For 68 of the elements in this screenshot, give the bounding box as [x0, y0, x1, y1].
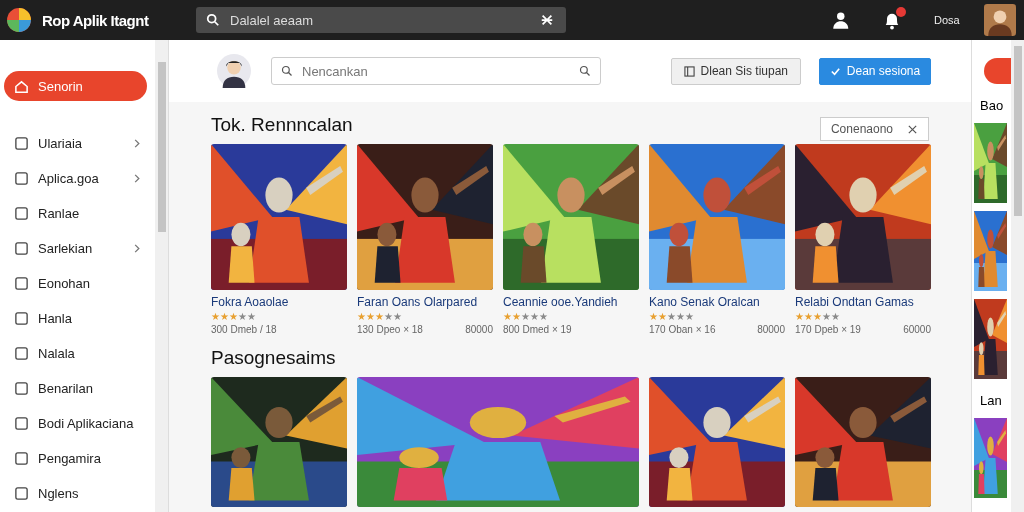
page-icon	[14, 380, 29, 396]
page-icon	[14, 240, 29, 256]
sidebar-item[interactable]: Nalala	[4, 342, 155, 364]
check-icon	[829, 65, 841, 77]
game-price: 80000	[465, 324, 493, 335]
sidebar-item[interactable]: Ranlae	[4, 202, 155, 224]
search-icon	[281, 65, 293, 77]
search-icon	[206, 13, 220, 27]
game-price: 80000	[757, 324, 785, 335]
star-rating: ★★★★★	[649, 311, 695, 322]
home-icon	[14, 78, 29, 94]
game-info: 300 Dmeb / 18	[211, 324, 277, 335]
game-info: 170 Dpeb × 19	[795, 324, 861, 335]
sidebar-item[interactable]: Aplica.goa	[4, 167, 155, 189]
sidebar-item[interactable]: Pengamira	[4, 447, 155, 469]
secondary-button[interactable]: Dlean Sis tiupan	[670, 57, 801, 85]
app-title: Rop Aplik Itagnt	[42, 11, 150, 29]
page-icon	[14, 310, 29, 326]
page-icon	[14, 275, 29, 291]
game-title[interactable]: Relabi Ondtan Gamas	[795, 295, 931, 309]
grid-icon	[683, 65, 695, 77]
star-rating: ★★★★★	[795, 311, 841, 322]
game-price: 60000	[903, 324, 931, 335]
sidebar-item[interactable]: Nglens	[4, 482, 155, 504]
logo-icon	[6, 7, 32, 33]
panel-heading: Bao	[980, 98, 1004, 113]
page-icon	[14, 485, 29, 501]
sidebar-item[interactable]: Benarilan	[4, 377, 155, 399]
section-title: Pasognesaims	[211, 347, 337, 369]
chevron-icon	[133, 242, 141, 254]
game-title[interactable]: Ceannie ooe.Yandieh	[503, 295, 639, 309]
chevron-icon	[133, 172, 141, 184]
sidebar-item[interactable]: Sarlekian	[4, 237, 155, 259]
search-icon[interactable]	[579, 65, 591, 77]
search-field[interactable]: Nencankan	[271, 57, 601, 85]
star-rating: ★★★★★	[503, 311, 549, 322]
tool-icon[interactable]	[540, 13, 554, 27]
scrollbar[interactable]	[155, 40, 168, 512]
game-info: 800 Dmed × 19	[503, 324, 572, 335]
chevron-icon	[133, 137, 141, 149]
section-title: Tok. Rennncalan	[211, 114, 353, 136]
page-icon	[14, 135, 29, 151]
page-icon	[14, 205, 29, 221]
sidebar-item[interactable]: Eonohan	[4, 272, 155, 294]
page-icon	[14, 170, 29, 186]
game-title[interactable]: Faran Oans Olarpared	[357, 295, 493, 309]
search-field[interactable]: Dalalel aeaam	[196, 7, 566, 33]
page-icon	[14, 345, 29, 361]
scrollbar[interactable]	[1011, 40, 1024, 512]
sidebar-item[interactable]: Bodi Aplikaciana	[4, 412, 155, 434]
page-icon	[14, 450, 29, 466]
game-title[interactable]: Fokra Aoaolae	[211, 295, 347, 309]
sort-icon	[907, 123, 918, 135]
user-name: Dosa	[934, 14, 961, 26]
game-info: 170 Oban × 16	[649, 324, 716, 335]
panel-heading: Lan	[980, 393, 1002, 408]
sidebar-item[interactable]: Senorin	[4, 71, 147, 101]
game-title[interactable]: Kano Senak Oralcan	[649, 295, 785, 309]
sort-dropdown[interactable]: Conenaono	[819, 117, 929, 141]
avatar-icon[interactable]	[217, 54, 251, 88]
primary-button[interactable]: Dean sesiona	[819, 57, 931, 85]
star-rating: ★★★★★	[211, 311, 257, 322]
sidebar-item[interactable]: Hanla	[4, 307, 155, 329]
sidebar-item[interactable]: Ulariaia	[4, 132, 155, 154]
page-icon	[14, 415, 29, 431]
avatar-icon[interactable]	[984, 4, 1016, 36]
game-info: 130 Dpeo × 18	[357, 324, 423, 335]
star-rating: ★★★★★	[357, 311, 403, 322]
